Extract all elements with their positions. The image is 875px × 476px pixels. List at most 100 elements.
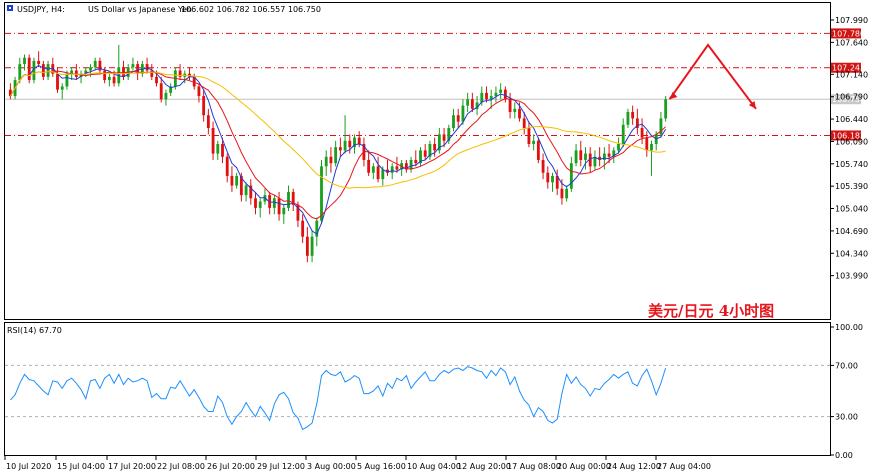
candle-body [206,115,210,129]
candle-body [23,57,26,65]
candle-body [381,169,385,180]
candle-body [343,140,347,151]
main-plot-frame [4,2,831,320]
candle-body [371,166,375,173]
candle-body [650,143,653,151]
symbol-icon-accent [9,7,11,9]
candle-body [433,143,437,151]
candle-body [513,108,517,113]
time-tick-label: 24 Aug 12:00 [607,462,661,471]
price-tick-label: 107.640 [835,38,868,47]
symbol-label: USDJPY, H4: [17,5,65,14]
candle-body [546,172,550,183]
candle-body [518,108,521,119]
candle-body [532,140,536,144]
time-tick-label: 5 Aug 16:00 [357,462,406,471]
chart-header: USDJPY, H4: US Dollar vs Japanese Yen 10… [7,5,321,14]
candle-body [150,70,154,77]
candle-body [244,185,248,196]
candle-body [442,134,446,141]
price-tick-label: 103.990 [835,272,868,281]
candle-body [18,64,22,81]
candle-body [485,92,488,100]
candle-body [551,175,554,183]
price-tick-label: 106.090 [835,137,868,146]
time-tick-label: 20 Aug 00:00 [557,462,611,471]
candle-body [235,175,239,186]
chart-caption: 美元/日元 4小时图 [648,302,774,320]
candle-body [338,147,342,151]
candle-body [607,153,611,157]
candle-body [522,118,526,129]
candle-body [645,137,649,151]
candle-body [65,73,69,87]
candle-body [470,99,474,109]
candle-body [395,166,399,170]
time-tick-label: 26 Jul 20:00 [207,462,255,471]
candle-body [164,92,168,100]
candle-body [626,112,630,125]
candle-body [357,137,361,144]
rsi-tick-label: 0.00 [835,451,853,460]
candle-body [574,150,578,164]
candle-body [376,166,380,180]
candle-body [46,64,50,77]
time-tick-label: 27 Aug 04:00 [657,462,711,471]
candle-body [197,86,201,97]
candle-body [423,150,427,157]
price-tick-label: 105.040 [835,205,868,214]
time-tick-label: 29 Jul 12:00 [257,462,305,471]
candle-body [155,76,158,84]
candle-body [466,99,470,106]
candle-body [565,188,569,199]
candle-body [27,57,31,81]
price-tick-label: 104.340 [835,249,868,258]
candle-body [145,64,149,71]
candle-body [211,128,215,154]
candle-body [461,105,465,122]
time-tick-label: 10 Aug 04:00 [407,462,461,471]
rsi-tick-label: 70.00 [835,361,858,370]
candle-body [480,92,484,103]
candle-body [305,236,309,256]
candle-body [202,96,206,116]
candle-body [631,112,635,119]
candle-body [107,76,111,81]
candle-body [320,166,323,221]
candle-body [112,76,116,84]
candle-body [103,70,107,81]
candle-body [37,60,41,65]
candle-body [310,236,314,256]
candle-body [282,207,286,215]
time-tick-label: 15 Jul 04:00 [57,462,105,471]
time-tick-label: 10 Jul 2020 [6,462,51,471]
price-tick-label: 105.740 [835,160,868,169]
candle-body [254,198,257,208]
candle-body [56,73,59,90]
candle-body [560,188,564,199]
candle-body [602,153,606,160]
candle-body [89,67,92,71]
rsi-tick-label: 30.00 [835,413,858,422]
symbol-description: US Dollar vs Japanese Yen [88,5,192,14]
candle-body [536,140,540,160]
level-tag-label: 107.780 [832,29,865,38]
candle-body [579,150,583,160]
candle-body [584,153,587,160]
candle-body [569,163,573,189]
candle-body [216,143,220,154]
candle-body [301,220,305,237]
time-tick-label: 3 Aug 00:00 [307,462,356,471]
price-tick-label: 107.140 [835,70,868,79]
ohlc-values: 106.602 106.782 106.557 106.750 [181,5,321,14]
candle-body [41,64,45,77]
candle-body [621,124,625,144]
chart-root: USDJPY, H4: US Dollar vs Japanese Yen 10… [4,2,868,471]
candle-body [70,70,74,74]
candle-body [527,128,531,144]
candle-body [456,115,460,122]
price-tick-label: 104.690 [835,227,868,236]
candle-body [499,89,503,93]
candle-body [452,115,455,129]
price-tick-label: 106.440 [835,115,868,124]
